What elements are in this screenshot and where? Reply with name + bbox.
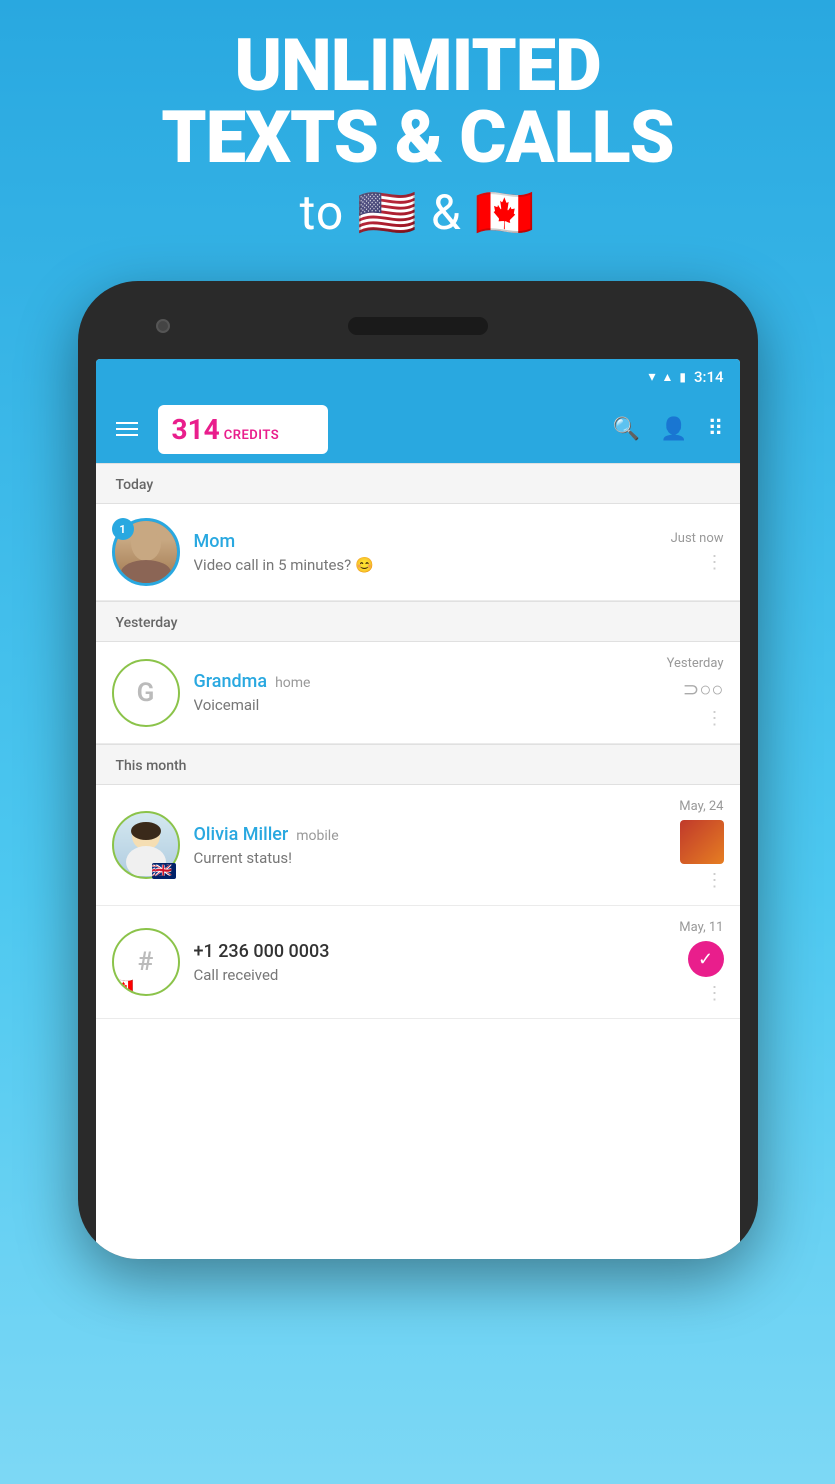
contact-row-olivia[interactable]: 🇬🇧 Olivia Miller mobile Current status! …: [96, 785, 740, 906]
status-icons: ▾ ▲ ▮: [648, 369, 686, 385]
phone-camera: [156, 319, 170, 333]
notification-badge-mom: 1: [112, 518, 134, 540]
phone-top-hardware: [96, 301, 740, 351]
contact-message-olivia: Current status!: [194, 849, 670, 867]
more-options-icon-grandma[interactable]: ⋮: [706, 708, 724, 729]
more-options-icon-unknown[interactable]: ⋮: [706, 983, 724, 1004]
avatar-container-mom: 1: [112, 518, 180, 586]
contact-row-mom[interactable]: 1 Mom Video call in 5 minutes? 😊 Just no…: [96, 504, 740, 601]
contact-name-grandma: Grandma: [194, 671, 268, 692]
contact-time-unknown: May, 11: [679, 920, 723, 935]
contact-name-olivia: Olivia Miller: [194, 824, 289, 845]
contact-time-grandma: Yesterday: [667, 656, 724, 671]
contact-info-mom: Mom Video call in 5 minutes? 😊: [194, 531, 661, 574]
contact-message-unknown: Call received: [194, 966, 670, 984]
contact-info-unknown: +1 236 000 0003 Call received: [194, 941, 670, 984]
search-icon[interactable]: 🔍: [613, 417, 640, 442]
avatar-unknown: # 🇨🇦: [112, 928, 180, 996]
section-label-yesterday: Yesterday: [116, 615, 178, 631]
phone-screen: ▾ ▲ ▮ 3:14 314 CREDITS 🔍: [96, 359, 740, 1259]
contact-message-grandma: Voicemail: [194, 696, 657, 714]
contact-name-unknown: +1 236 000 0003: [194, 941, 330, 962]
avatar-grandma: G: [112, 659, 180, 727]
contact-name-mom: Mom: [194, 531, 236, 552]
contact-info-olivia: Olivia Miller mobile Current status!: [194, 824, 670, 867]
contact-name-row-mom: Mom: [194, 531, 661, 552]
battery-icon: ▮: [679, 370, 686, 384]
phone-speaker: [348, 317, 488, 335]
contact-row-grandma[interactable]: G Grandma home Voicemail Yesterday ⊃○○ ⋮: [96, 642, 740, 744]
call-received-icon: ✓: [688, 941, 724, 977]
credits-badge[interactable]: 314 CREDITS: [158, 405, 328, 454]
more-options-icon-olivia[interactable]: ⋮: [706, 870, 724, 891]
contact-info-grandma: Grandma home Voicemail: [194, 671, 657, 714]
promo-header: UNLIMITED TEXTS & CALLS to 🇺🇸 & 🇨🇦: [0, 0, 835, 261]
contact-time-mom: Just now: [671, 531, 724, 546]
contact-time-olivia: May, 24: [679, 799, 723, 814]
more-options-icon-mom[interactable]: ⋮: [706, 552, 724, 573]
image-thumbnail-olivia: [680, 820, 724, 864]
contact-right-grandma: Yesterday ⊃○○ ⋮: [667, 656, 724, 729]
contact-right-olivia: May, 24 ⋮: [679, 799, 723, 891]
contact-name-row-grandma: Grandma home: [194, 671, 657, 692]
signal-icon: ▲: [661, 370, 673, 384]
credits-number: 314: [172, 413, 220, 446]
contact-message-mom: Video call in 5 minutes? 😊: [194, 556, 661, 574]
contact-right-unknown: May, 11 ✓ ⋮: [679, 920, 723, 1004]
avatar-container-olivia: 🇬🇧: [112, 811, 180, 879]
contact-row-unknown[interactable]: # 🇨🇦 +1 236 000 0003 Call received May, …: [96, 906, 740, 1019]
contact-type-grandma: home: [275, 675, 310, 691]
voicemail-icon: ⊃○○: [683, 677, 724, 702]
app-bar-right: 🔍 👤 ⠿: [613, 417, 724, 442]
promo-subtitle: to 🇺🇸 & 🇨🇦: [20, 184, 815, 241]
wifi-icon: ▾: [648, 369, 655, 385]
contact-type-olivia: mobile: [296, 828, 338, 844]
app-bar: 314 CREDITS 🔍 👤 ⠿: [96, 395, 740, 463]
dialpad-icon[interactable]: ⠿: [707, 417, 723, 442]
section-header-yesterday: Yesterday: [96, 601, 740, 642]
phone-device: ▾ ▲ ▮ 3:14 314 CREDITS 🔍: [78, 281, 758, 1259]
section-label-today: Today: [116, 477, 154, 493]
contact-right-mom: Just now ⋮: [671, 531, 724, 573]
status-time: 3:14: [694, 368, 724, 386]
status-bar: ▾ ▲ ▮ 3:14: [96, 359, 740, 395]
uk-flag-overlay: 🇬🇧: [152, 863, 176, 879]
contact-name-row-unknown: +1 236 000 0003: [194, 941, 670, 962]
section-label-thismonth: This month: [116, 758, 187, 774]
avatar-container-unknown: # 🇨🇦: [112, 928, 180, 996]
promo-title-line1: UNLIMITED: [20, 30, 815, 102]
section-header-today: Today: [96, 463, 740, 504]
contact-name-row-olivia: Olivia Miller mobile: [194, 824, 670, 845]
avatar-container-grandma: G: [112, 659, 180, 727]
hamburger-menu-icon[interactable]: [112, 418, 142, 440]
credits-label: CREDITS: [224, 428, 279, 443]
phone-shell: ▾ ▲ ▮ 3:14 314 CREDITS 🔍: [78, 281, 758, 1259]
promo-title-line2: TEXTS & CALLS: [20, 102, 815, 174]
section-header-thismonth: This month: [96, 744, 740, 785]
contacts-icon[interactable]: 👤: [660, 417, 687, 442]
